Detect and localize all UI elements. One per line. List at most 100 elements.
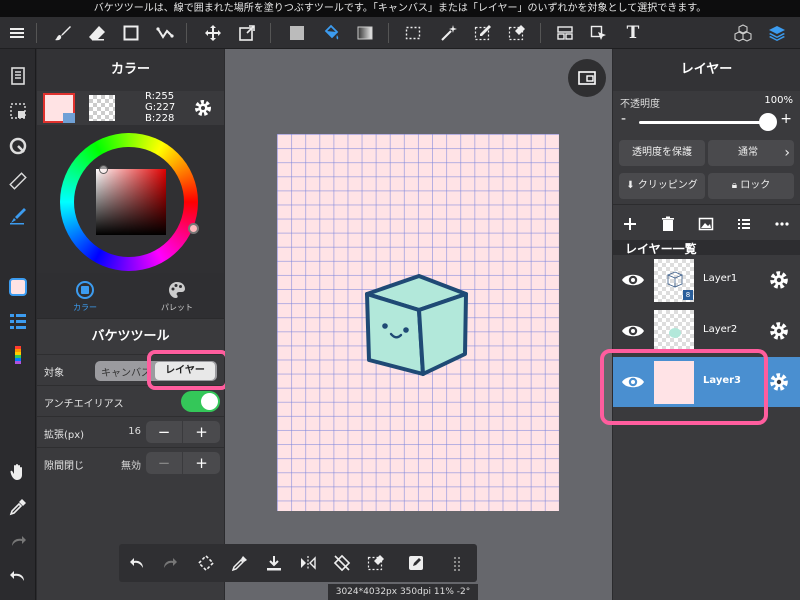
snap-icon xyxy=(9,137,27,155)
gap-close-plus-button[interactable]: + xyxy=(183,452,220,474)
rotate-reset-icon xyxy=(333,554,351,572)
add-layer-button[interactable] xyxy=(619,213,641,235)
protect-alpha-button[interactable]: 透明度を保護 xyxy=(619,140,705,166)
snap-button[interactable] xyxy=(4,133,32,159)
select-eraser-tool-button[interactable] xyxy=(504,21,530,45)
lock-button[interactable]: 🔒︎ ロック xyxy=(708,173,794,199)
menu-button[interactable] xyxy=(4,21,30,45)
undo-button[interactable] xyxy=(124,550,150,576)
sv-knob[interactable] xyxy=(99,165,108,174)
transform-tool-button[interactable] xyxy=(234,21,260,45)
main-color-swatch[interactable] xyxy=(43,93,75,123)
selection-tool-button[interactable] xyxy=(400,21,426,45)
hue-knob[interactable] xyxy=(188,223,199,234)
opacity-label: 不透明度 xyxy=(620,99,660,110)
tab-palette[interactable]: パレット xyxy=(131,273,223,318)
layer-settings-gear-icon[interactable] xyxy=(768,269,790,291)
color-settings-gear-icon[interactable] xyxy=(193,98,213,118)
opacity-slider[interactable] xyxy=(639,121,769,124)
tab-color[interactable]: カラー xyxy=(39,273,131,318)
brush-list-button[interactable] xyxy=(4,308,32,334)
redo-icon xyxy=(164,558,177,568)
hand-icon xyxy=(10,464,22,480)
canvas-paper[interactable] xyxy=(277,134,559,511)
fill-color-tool-button[interactable] xyxy=(284,21,310,45)
layer-list-button[interactable] xyxy=(733,213,755,235)
opacity-slider-thumb[interactable] xyxy=(759,113,777,131)
saturation-value-square[interactable] xyxy=(96,169,166,235)
trash-icon xyxy=(662,216,674,231)
color-panel-button[interactable] xyxy=(4,274,32,300)
transparent-color-swatch[interactable] xyxy=(89,95,115,121)
undo-side-button[interactable] xyxy=(4,563,32,589)
layer-settings-gear-icon[interactable] xyxy=(768,371,790,393)
rainbow-palette-icon xyxy=(15,346,21,364)
cube-drawing xyxy=(365,274,468,376)
import-button[interactable] xyxy=(261,550,287,576)
document-icon xyxy=(11,67,25,85)
expand-stepper: − + xyxy=(146,421,220,443)
delete-layer-button[interactable] xyxy=(657,213,679,235)
canvas-area[interactable] xyxy=(225,49,612,600)
polyline-tool-button[interactable] xyxy=(152,21,178,45)
clipping-button[interactable]: ⬇ クリッピング xyxy=(619,173,705,199)
eye-icon[interactable] xyxy=(621,321,645,341)
ruler-button[interactable] xyxy=(4,168,32,194)
selection-toggle-button[interactable] xyxy=(4,98,32,124)
clear-selection-button[interactable] xyxy=(363,550,389,576)
square-icon xyxy=(123,25,139,41)
quick-bar-grip[interactable] xyxy=(445,550,471,576)
layer-mode-row: 透明度を保護 通常 › xyxy=(613,138,800,168)
bucket-tool-button[interactable] xyxy=(318,21,344,45)
import-image-button[interactable] xyxy=(695,213,717,235)
flip-button[interactable] xyxy=(295,550,321,576)
pen-settings-button[interactable] xyxy=(4,203,32,229)
shape-tool-button[interactable] xyxy=(118,21,144,45)
gap-close-minus-button[interactable]: − xyxy=(146,452,183,474)
page-list-button[interactable] xyxy=(4,63,32,89)
reset-rotation-button[interactable] xyxy=(329,550,355,576)
layer-settings-gear-icon[interactable] xyxy=(768,320,790,342)
layers-stack-icon xyxy=(769,26,785,41)
eye-icon[interactable] xyxy=(621,270,645,290)
3d-material-button[interactable] xyxy=(730,21,756,45)
text-tool-button[interactable]: T xyxy=(620,21,646,45)
layer-name: Layer2 xyxy=(703,324,738,335)
antialias-toggle[interactable] xyxy=(181,391,220,412)
hand-tool-button[interactable] xyxy=(4,459,32,485)
blend-mode-button[interactable]: 通常 › xyxy=(708,140,794,166)
frame-divider-tool-button[interactable] xyxy=(552,21,578,45)
rotate-canvas-button[interactable] xyxy=(193,550,219,576)
brush-tool-button[interactable] xyxy=(50,21,76,45)
eyedropper-button[interactable] xyxy=(4,494,32,520)
list-icon xyxy=(10,314,26,329)
expand-plus-button[interactable]: + xyxy=(183,421,220,443)
layers-panel-toggle[interactable] xyxy=(764,21,790,45)
target-canvas-option[interactable]: キャンバス xyxy=(101,364,151,379)
redo-button[interactable] xyxy=(157,550,183,576)
layer-row-1[interactable]: 8 Layer1 xyxy=(613,255,800,305)
filled-square-icon xyxy=(290,26,304,40)
brush-icon xyxy=(55,26,71,41)
fullscreen-button[interactable] xyxy=(568,59,606,97)
palette-button[interactable] xyxy=(4,342,32,368)
magic-wand-tool-button[interactable] xyxy=(436,21,462,45)
gradient-tool-button[interactable] xyxy=(352,21,378,45)
opacity-plus-button[interactable]: + xyxy=(780,111,792,127)
select-pen-tool-button[interactable] xyxy=(470,21,496,45)
opacity-minus-button[interactable]: - xyxy=(621,111,626,127)
expand-value: 16 xyxy=(128,426,141,437)
magic-wand-icon xyxy=(441,25,457,41)
eyedropper-quick-button[interactable] xyxy=(227,550,253,576)
polyline-icon xyxy=(156,27,174,39)
eraser-tool-button[interactable] xyxy=(84,21,110,45)
redo-side-button[interactable] xyxy=(4,528,32,554)
expand-minus-button[interactable]: − xyxy=(146,421,183,443)
gap-close-row: 隙間閉じ 無効 − + xyxy=(37,447,224,478)
undo-icon xyxy=(130,558,143,568)
operation-tool-button[interactable] xyxy=(586,21,612,45)
layer-more-button[interactable] xyxy=(771,213,793,235)
move-tool-button[interactable] xyxy=(200,21,226,45)
color-tabs: カラー パレット xyxy=(37,273,224,318)
shortcut-button[interactable] xyxy=(403,550,429,576)
